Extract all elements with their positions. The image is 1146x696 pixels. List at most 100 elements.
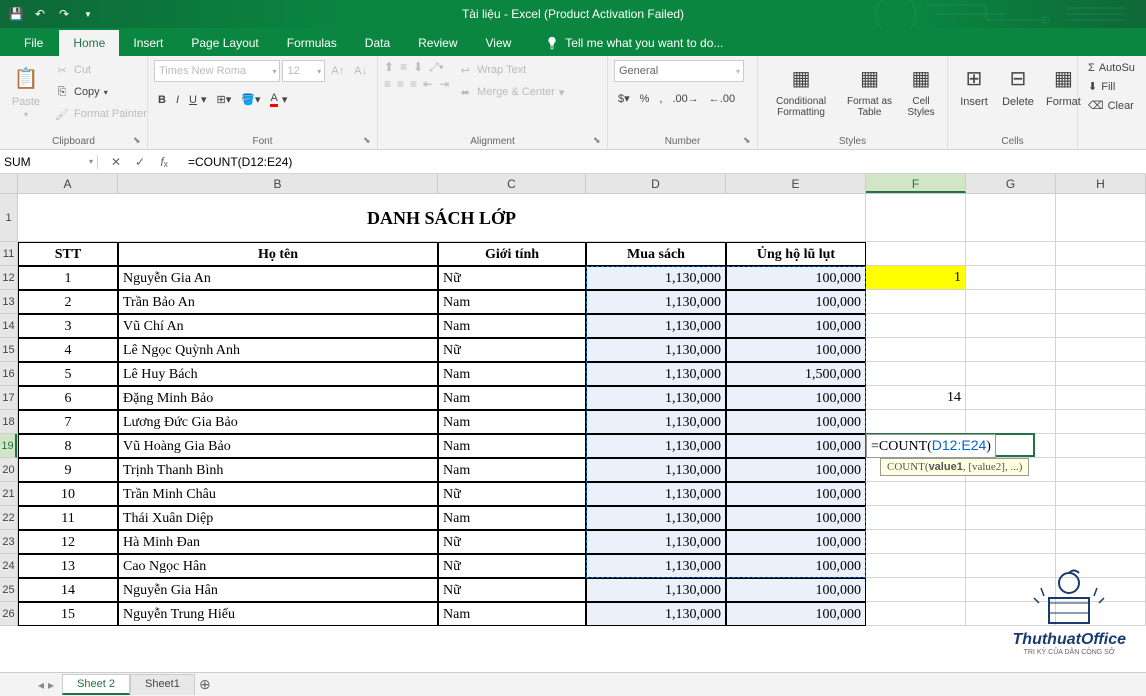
increase-decimal-button[interactable]: .00→ bbox=[668, 90, 702, 107]
insert-cells-button[interactable]: ⊞Insert bbox=[954, 60, 994, 134]
row-header-18[interactable]: 18 bbox=[0, 410, 17, 434]
qat-dropdown-icon[interactable]: ▼ bbox=[80, 6, 96, 22]
header-gender[interactable]: Giới tính bbox=[438, 242, 586, 266]
row-header-11[interactable]: 11 bbox=[0, 242, 17, 266]
row-header-12[interactable]: 12 bbox=[0, 266, 17, 290]
row-header-19[interactable]: 19 bbox=[0, 434, 17, 458]
cell-flood[interactable]: 100,000 bbox=[726, 434, 866, 458]
italic-button[interactable]: I bbox=[172, 90, 183, 109]
cell-f[interactable] bbox=[866, 578, 966, 602]
cell-gender[interactable]: Nữ bbox=[438, 530, 586, 554]
row-header-17[interactable]: 17 bbox=[0, 386, 17, 410]
cell-gender[interactable]: Nam bbox=[438, 362, 586, 386]
comma-button[interactable]: , bbox=[655, 90, 666, 107]
cell-f[interactable] bbox=[866, 602, 966, 626]
cancel-formula-icon[interactable]: ✕ bbox=[108, 155, 124, 169]
title-cell[interactable]: DANH SÁCH LỚP bbox=[18, 194, 866, 242]
indent-dec-icon[interactable]: ⇤ bbox=[423, 77, 433, 91]
cell-stt[interactable]: 5 bbox=[18, 362, 118, 386]
cell-flood[interactable]: 100,000 bbox=[726, 530, 866, 554]
tab-review[interactable]: Review bbox=[404, 30, 471, 56]
format-as-table-button[interactable]: ▦Format as Table bbox=[842, 60, 897, 134]
cell-name[interactable]: Nguyễn Trung Hiếu bbox=[118, 602, 438, 626]
cell-stt[interactable]: 14 bbox=[18, 578, 118, 602]
cell-stt[interactable]: 15 bbox=[18, 602, 118, 626]
decrease-decimal-button[interactable]: ←.00 bbox=[705, 90, 739, 107]
cell-name[interactable]: Lê Ngọc Quỳnh Anh bbox=[118, 338, 438, 362]
orientation-icon[interactable]: ⤢▾ bbox=[429, 60, 444, 75]
cell-name[interactable]: Vũ Chí An bbox=[118, 314, 438, 338]
merge-center-button[interactable]: ⬌Merge & Center▾ bbox=[453, 82, 568, 102]
cell-name[interactable]: Vũ Hoàng Gia Bảo bbox=[118, 434, 438, 458]
header-name[interactable]: Họ tên bbox=[118, 242, 438, 266]
cell-gender[interactable]: Nữ bbox=[438, 266, 586, 290]
cells-area[interactable]: DANH SÁCH LỚPSTTHọ tênGiới tínhMua sáchỦ… bbox=[18, 194, 1146, 626]
decrease-font-button[interactable]: A↓ bbox=[350, 60, 371, 82]
cell-f[interactable] bbox=[866, 482, 966, 506]
row-header-22[interactable]: 22 bbox=[0, 506, 17, 530]
header-buy[interactable]: Mua sách bbox=[586, 242, 726, 266]
cut-button[interactable]: ✂Cut bbox=[50, 60, 151, 80]
cell-name[interactable]: Trịnh Thanh Bình bbox=[118, 458, 438, 482]
cell-flood[interactable]: 100,000 bbox=[726, 314, 866, 338]
row-header-15[interactable]: 15 bbox=[0, 338, 17, 362]
cell-flood[interactable]: 100,000 bbox=[726, 410, 866, 434]
formula-input[interactable] bbox=[188, 155, 1140, 169]
cell-gender[interactable]: Nam bbox=[438, 290, 586, 314]
col-header-A[interactable]: A bbox=[18, 174, 118, 193]
cell-flood[interactable]: 100,000 bbox=[726, 602, 866, 626]
cell-flood[interactable]: 100,000 bbox=[726, 290, 866, 314]
cell-flood[interactable]: 1,500,000 bbox=[726, 362, 866, 386]
cell-flood[interactable]: 100,000 bbox=[726, 482, 866, 506]
add-sheet-button[interactable]: ⊕ bbox=[195, 676, 215, 693]
tab-file[interactable]: File bbox=[8, 30, 59, 56]
accounting-button[interactable]: $▾ bbox=[614, 90, 634, 107]
col-header-G[interactable]: G bbox=[966, 174, 1056, 193]
cell-f[interactable] bbox=[866, 506, 966, 530]
cell-name[interactable]: Nguyễn Gia An bbox=[118, 266, 438, 290]
row-header-16[interactable]: 16 bbox=[0, 362, 17, 386]
redo-icon[interactable]: ↷ bbox=[56, 6, 72, 22]
clipboard-launcher-icon[interactable]: ⬊ bbox=[133, 135, 145, 147]
tab-formulas[interactable]: Formulas bbox=[273, 30, 351, 56]
cell-stt[interactable]: 3 bbox=[18, 314, 118, 338]
fill-button[interactable]: ⬇Fill bbox=[1084, 78, 1140, 95]
cell-buy[interactable]: 1,130,000 bbox=[586, 458, 726, 482]
cell-buy[interactable]: 1,130,000 bbox=[586, 482, 726, 506]
cell-gender[interactable]: Nữ bbox=[438, 554, 586, 578]
enter-formula-icon[interactable]: ✓ bbox=[132, 155, 148, 169]
cell-styles-button[interactable]: ▦Cell Styles bbox=[901, 60, 941, 134]
header-stt[interactable]: STT bbox=[18, 242, 118, 266]
cell-gender[interactable]: Nữ bbox=[438, 338, 586, 362]
sheet-next-icon[interactable]: ▸ bbox=[48, 678, 54, 692]
cell-stt[interactable]: 7 bbox=[18, 410, 118, 434]
number-format-input[interactable] bbox=[615, 65, 733, 77]
cell-name[interactable]: Trần Minh Châu bbox=[118, 482, 438, 506]
font-name-input[interactable] bbox=[155, 65, 269, 77]
font-color-button[interactable]: A▾ bbox=[266, 90, 291, 109]
formula-editing-overlay[interactable]: =COUNT(D12:E24) bbox=[866, 434, 996, 458]
align-center-icon[interactable]: ≡ bbox=[397, 77, 404, 91]
fill-color-button[interactable]: 🪣▾ bbox=[237, 90, 264, 109]
row-header-21[interactable]: 21 bbox=[0, 482, 17, 506]
cell-stt[interactable]: 4 bbox=[18, 338, 118, 362]
conditional-formatting-button[interactable]: ▦Conditional Formatting bbox=[764, 60, 838, 134]
cell-buy[interactable]: 1,130,000 bbox=[586, 362, 726, 386]
cell-stt[interactable]: 9 bbox=[18, 458, 118, 482]
format-painter-button[interactable]: 🖌Format Painter bbox=[50, 104, 151, 124]
align-middle-icon[interactable]: ≡ bbox=[400, 60, 407, 75]
cell-flood[interactable]: 100,000 bbox=[726, 458, 866, 482]
cell-name[interactable]: Hà Minh Đan bbox=[118, 530, 438, 554]
percent-button[interactable]: % bbox=[636, 90, 654, 107]
cell-gender[interactable]: Nam bbox=[438, 410, 586, 434]
cell-f[interactable] bbox=[866, 314, 966, 338]
cell-stt[interactable]: 13 bbox=[18, 554, 118, 578]
paste-button[interactable]: 📋Paste▾ bbox=[6, 60, 46, 134]
row-header-25[interactable]: 25 bbox=[0, 578, 17, 602]
row-header-13[interactable]: 13 bbox=[0, 290, 17, 314]
cell-stt[interactable]: 6 bbox=[18, 386, 118, 410]
indent-inc-icon[interactable]: ⇥ bbox=[439, 77, 449, 91]
clear-button[interactable]: ⌫Clear bbox=[1084, 97, 1140, 114]
wrap-text-button[interactable]: ↩Wrap Text bbox=[453, 60, 568, 80]
underline-button[interactable]: U▾ bbox=[185, 90, 210, 109]
